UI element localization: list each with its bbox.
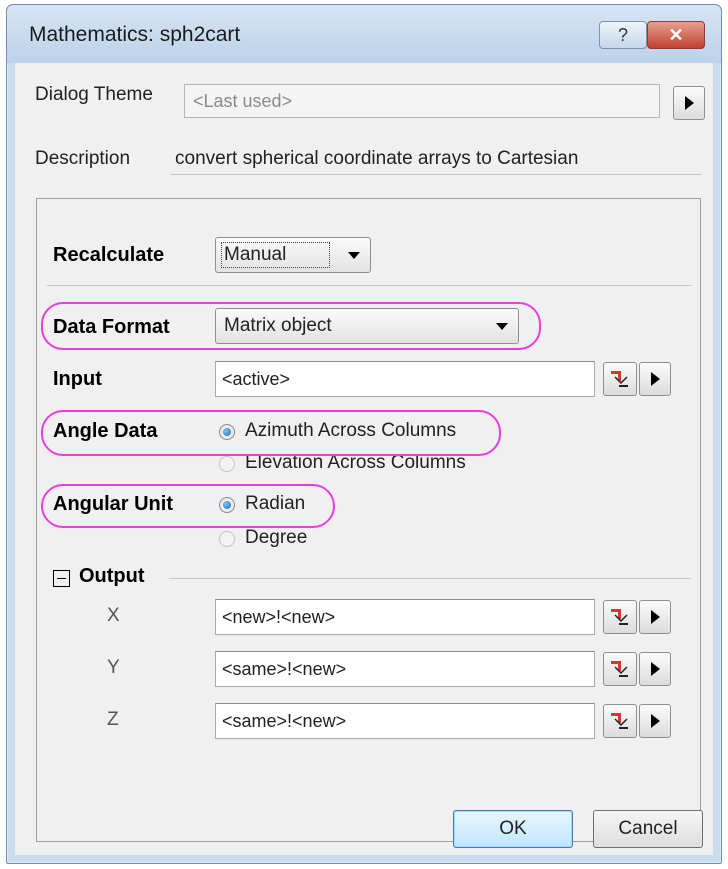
output-z-field[interactable]: <same>!<new> [215, 703, 595, 739]
output-x-menu-button[interactable] [639, 600, 671, 634]
range-select-icon [611, 713, 628, 729]
output-z-label: Z [107, 709, 119, 730]
settings-panel: Recalculate Manual Data Format Matrix ob… [36, 198, 701, 842]
dialog-theme-field[interactable]: <Last used> [184, 84, 660, 118]
angular-unit-highlight [41, 484, 335, 528]
input-label: Input [53, 368, 102, 390]
degree-option-label[interactable]: Degree [245, 527, 307, 549]
theme-menu-button[interactable] [673, 86, 705, 120]
output-z-menu-button[interactable] [639, 704, 671, 738]
output-z-range-button[interactable] [603, 704, 637, 738]
output-x-label: X [107, 605, 120, 626]
expand-arrow-icon [650, 372, 660, 386]
description-label: Description [35, 148, 131, 169]
expand-arrow-icon [684, 96, 694, 110]
range-select-icon [611, 661, 628, 677]
input-field[interactable]: <active> [215, 361, 595, 397]
output-x-field[interactable]: <new>!<new> [215, 599, 595, 635]
range-select-icon [611, 609, 628, 625]
help-button[interactable]: ? [599, 21, 647, 49]
range-select-icon [611, 371, 628, 387]
window-title: Mathematics: sph2cart [29, 23, 241, 46]
recalculate-value: Manual [224, 244, 287, 265]
expand-arrow-icon [650, 714, 660, 728]
output-y-range-button[interactable] [603, 652, 637, 686]
dropdown-arrow-icon [348, 252, 360, 259]
output-y-menu-button[interactable] [639, 652, 671, 686]
output-y-label: Y [107, 657, 120, 678]
angle-data-highlight [41, 410, 501, 456]
cancel-button[interactable]: Cancel [593, 810, 703, 848]
data-format-highlight [41, 302, 541, 350]
output-y-field[interactable]: <same>!<new> [215, 651, 595, 687]
separator [47, 285, 692, 286]
elevation-radio[interactable] [219, 456, 235, 472]
recalculate-dropdown[interactable]: Manual [215, 237, 371, 273]
help-icon: ? [617, 24, 628, 45]
input-menu-button[interactable] [639, 362, 671, 396]
input-range-button[interactable] [603, 362, 637, 396]
dialog-client: Dialog Theme <Last used> Description con… [15, 63, 713, 855]
description-underline [171, 174, 701, 175]
degree-radio[interactable] [219, 531, 235, 547]
close-button[interactable]: ✕ [647, 21, 705, 49]
expand-arrow-icon [650, 662, 660, 676]
output-section-label: Output [79, 565, 145, 587]
dialog-theme-label: Dialog Theme [35, 84, 153, 105]
collapse-icon[interactable] [53, 570, 70, 587]
title-bar[interactable]: Mathematics: sph2cart ? ✕ [7, 5, 721, 63]
ok-button[interactable]: OK [453, 810, 573, 848]
expand-arrow-icon [650, 610, 660, 624]
output-x-range-button[interactable] [603, 600, 637, 634]
output-separator [169, 578, 691, 579]
recalculate-label: Recalculate [53, 244, 165, 266]
description-text: convert spherical coordinate arrays to C… [175, 148, 579, 169]
close-icon: ✕ [668, 24, 684, 45]
dialog-window: Mathematics: sph2cart ? ✕ Dialog Theme <… [6, 4, 722, 864]
